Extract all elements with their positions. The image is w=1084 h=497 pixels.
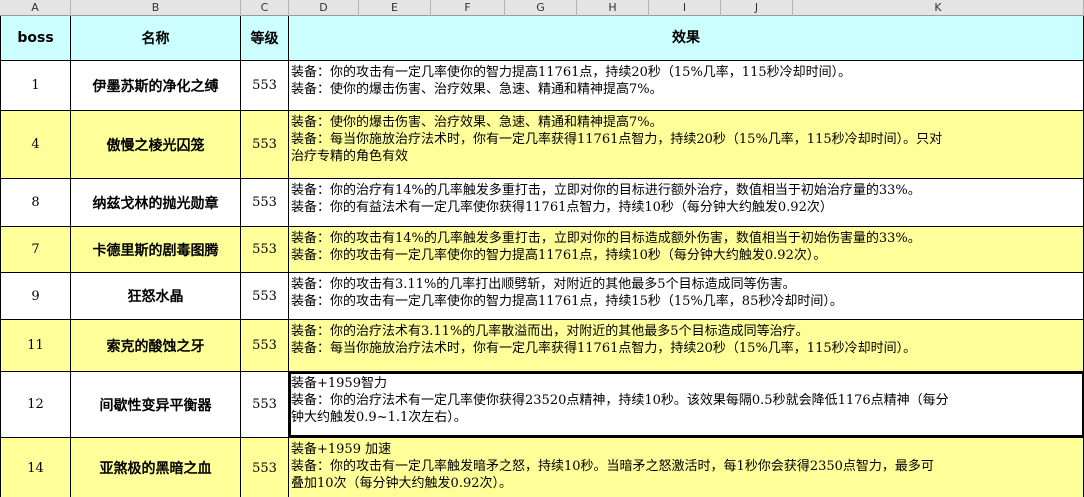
effect-cell-selected[interactable]: 装备+1959智力 装备：你的治疗法术有一定几率使你获得23520点精神，持续1… xyxy=(289,372,1084,437)
name-cell[interactable]: 卡德里斯的剧毒图腾 xyxy=(71,227,241,272)
table-header-row: boss 名称 等级 效果 xyxy=(0,16,1084,61)
column-header-h[interactable]: H xyxy=(577,0,649,16)
effect-line: 装备：你的攻击有一定几率触发暗矛之怒，持续10秒。当暗矛之怒激活时，每1秒你会获… xyxy=(291,459,934,474)
effect-line: 装备：每当你施放治疗法术时，你有一定几率获得11761点智力，持续20秒（15%… xyxy=(291,341,917,356)
effect-line: 治疗专精的角色有效 xyxy=(291,149,409,164)
table-row: 7 卡德里斯的剧毒图腾 553 装备：你的攻击有14%的几率触发多重打击，立即对… xyxy=(0,227,1084,273)
effect-line: 装备：使你的爆击伤害、治疗效果、急速、精通和精神提高7%。 xyxy=(291,82,663,97)
header-cell-level[interactable]: 等级 xyxy=(241,16,289,60)
column-header-k[interactable]: K xyxy=(793,0,1084,16)
effect-line: 装备：你的攻击有14%的几率触发多重打击，立即对你的目标造成额外伤害，数值相当于… xyxy=(291,231,921,246)
boss-cell[interactable]: 1 xyxy=(0,61,71,110)
name-cell[interactable]: 亚煞极的黑暗之血 xyxy=(71,438,241,497)
effect-cell[interactable]: 装备：你的攻击有一定几率使你的智力提高11761点，持续20秒（15%几率，11… xyxy=(289,61,1084,110)
column-header-d[interactable]: D xyxy=(289,0,359,16)
effect-cell[interactable]: 装备：你的攻击有3.11%的几率打出顺劈斩，对附近的其他最多5个目标造成同等伤害… xyxy=(289,273,1084,319)
level-cell[interactable]: 553 xyxy=(241,320,289,371)
boss-cell[interactable]: 14 xyxy=(0,438,71,497)
effect-line: 钟大约触发0.9~1.1次左右）。 xyxy=(291,410,467,425)
level-cell[interactable]: 553 xyxy=(241,111,289,178)
header-cell-effect[interactable]: 效果 xyxy=(289,16,1084,60)
name-cell[interactable]: 傲慢之棱光囚笼 xyxy=(71,111,241,178)
effect-cell[interactable]: 装备：你的治疗法术有3.11%的几率散溢而出，对附近的其他最多5个目标造成同等治… xyxy=(289,320,1084,371)
effect-line: 装备+1959 加速 xyxy=(291,442,392,457)
effect-cell[interactable]: 装备：使你的爆击伤害、治疗效果、急速、精通和精神提高7%。 装备：每当你施放治疗… xyxy=(289,111,1084,178)
effect-line: 装备：你的治疗有14%的几率触发多重打击，立即对你的目标进行额外治疗，数值相当于… xyxy=(291,183,921,198)
level-cell[interactable]: 553 xyxy=(241,438,289,497)
table-row: 12 间歇性变异平衡器 553 装备+1959智力 装备：你的治疗法术有一定几率… xyxy=(0,372,1084,438)
effect-line: 装备：你的有益法术有一定几率使你获得11761点智力，持续10秒（每分钟大约触发… xyxy=(291,200,833,215)
level-cell[interactable]: 553 xyxy=(241,61,289,110)
boss-cell[interactable]: 7 xyxy=(0,227,71,272)
table-row: 11 索克的酸蚀之牙 553 装备：你的治疗法术有3.11%的几率散溢而出，对附… xyxy=(0,320,1084,372)
level-cell[interactable]: 553 xyxy=(241,179,289,226)
table-row: 1 伊墨苏斯的净化之缚 553 装备：你的攻击有一定几率使你的智力提高11761… xyxy=(0,61,1084,111)
level-cell[interactable]: 553 xyxy=(241,372,289,437)
effect-line: 装备：你的攻击有一定几率使你的智力提高11761点，持续15秒（15%几率，85… xyxy=(291,294,843,309)
column-header-f[interactable]: F xyxy=(431,0,505,16)
name-cell[interactable]: 伊墨苏斯的净化之缚 xyxy=(71,61,241,110)
effect-line: 叠加10次（每分钟大约触发0.92次）。 xyxy=(291,476,512,491)
table-row: 4 傲慢之棱光囚笼 553 装备：使你的爆击伤害、治疗效果、急速、精通和精神提高… xyxy=(0,111,1084,179)
header-cell-boss[interactable]: boss xyxy=(0,16,71,60)
column-header-b[interactable]: B xyxy=(71,0,241,16)
level-cell[interactable]: 553 xyxy=(241,273,289,319)
level-cell[interactable]: 553 xyxy=(241,227,289,272)
effect-cell[interactable]: 装备+1959 加速 装备：你的攻击有一定几率触发暗矛之怒，持续10秒。当暗矛之… xyxy=(289,438,1084,497)
effect-line: 装备+1959智力 xyxy=(291,376,387,391)
header-cell-name[interactable]: 名称 xyxy=(71,16,241,60)
effect-line: 装备：每当你施放治疗法术时，你有一定几率获得11761点智力，持续20秒（15%… xyxy=(291,132,943,147)
boss-cell[interactable]: 4 xyxy=(0,111,71,178)
name-cell[interactable]: 狂怒水晶 xyxy=(71,273,241,319)
boss-cell[interactable]: 11 xyxy=(0,320,71,371)
effect-cell[interactable]: 装备：你的治疗有14%的几率触发多重打击，立即对你的目标进行额外治疗，数值相当于… xyxy=(289,179,1084,226)
name-cell[interactable]: 索克的酸蚀之牙 xyxy=(71,320,241,371)
name-cell[interactable]: 纳兹戈林的抛光勋章 xyxy=(71,179,241,226)
name-cell[interactable]: 间歇性变异平衡器 xyxy=(71,372,241,437)
column-header-e[interactable]: E xyxy=(359,0,431,16)
column-header-c[interactable]: C xyxy=(241,0,289,16)
effect-line: 装备：你的攻击有一定几率使你的智力提高11761点，持续20秒（15%几率，11… xyxy=(291,65,852,80)
boss-cell[interactable]: 8 xyxy=(0,179,71,226)
column-header-g[interactable]: G xyxy=(505,0,577,16)
column-header-i[interactable]: I xyxy=(649,0,721,16)
table-row: 8 纳兹戈林的抛光勋章 553 装备：你的治疗有14%的几率触发多重打击，立即对… xyxy=(0,179,1084,227)
column-header-j[interactable]: J xyxy=(721,0,793,16)
column-header-bar: A B C D E F G H I J K xyxy=(0,0,1084,16)
effect-line: 装备：你的攻击有3.11%的几率打出顺劈斩，对附近的其他最多5个目标造成同等伤害… xyxy=(291,277,796,292)
boss-cell[interactable]: 9 xyxy=(0,273,71,319)
effect-line: 装备：你的治疗法术有一定几率使你获得23520点精神，持续10秒。该效果每隔0.… xyxy=(291,393,949,408)
effect-line: 装备：你的攻击有一定几率使你的智力提高11761点，持续10秒（每分钟大约触发0… xyxy=(291,248,827,263)
effect-cell[interactable]: 装备：你的攻击有14%的几率触发多重打击，立即对你的目标造成额外伤害，数值相当于… xyxy=(289,227,1084,272)
boss-cell[interactable]: 12 xyxy=(0,372,71,437)
table-row: 14 亚煞极的黑暗之血 553 装备+1959 加速 装备：你的攻击有一定几率触… xyxy=(0,438,1084,497)
table-row: 9 狂怒水晶 553 装备：你的攻击有3.11%的几率打出顺劈斩，对附近的其他最… xyxy=(0,273,1084,320)
effect-line: 装备：你的治疗法术有3.11%的几率散溢而出，对附近的其他最多5个目标造成同等治… xyxy=(291,324,809,339)
column-header-a[interactable]: A xyxy=(0,0,71,16)
effect-line: 装备：使你的爆击伤害、治疗效果、急速、精通和精神提高7%。 xyxy=(291,115,663,130)
